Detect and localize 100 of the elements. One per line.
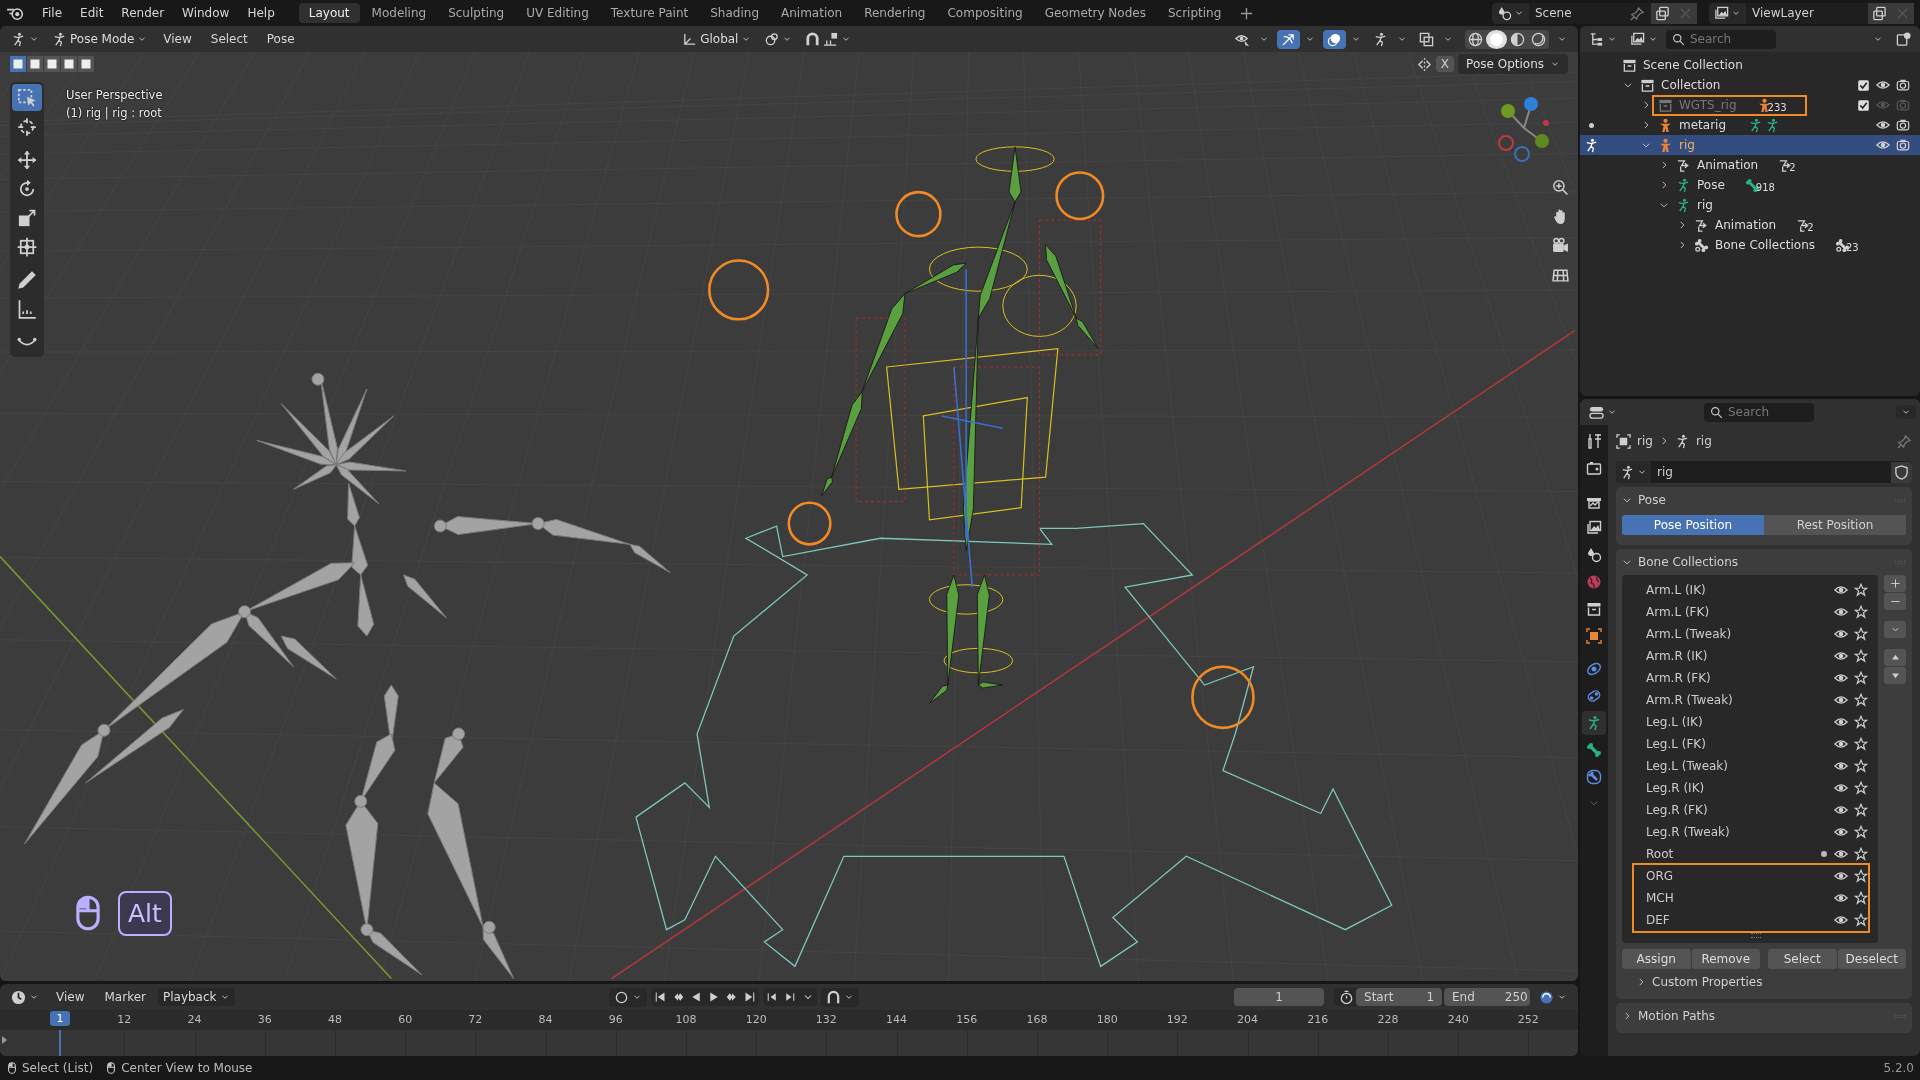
menu-item[interactable]: Marker: [96, 987, 154, 1007]
panel-header[interactable]: Motion Paths: [1622, 1003, 1906, 1029]
list-row[interactable]: DEF: [1634, 909, 1868, 931]
list-row[interactable]: Arm.L (FK): [1634, 601, 1868, 623]
frame-number: 168: [1025, 1013, 1049, 1026]
outliner-row[interactable]: Pose 918: [1580, 175, 1920, 195]
menu-item[interactable]: Pose: [258, 29, 303, 49]
pose-options-dropdown[interactable]: Pose Options: [1458, 54, 1568, 74]
frame-field[interactable]: 1: [1234, 988, 1324, 1006]
frame-number: 252: [1516, 1013, 1540, 1026]
list-row[interactable]: Arm.R (FK): [1634, 667, 1868, 689]
object-info-text: (1) rig | rig : root: [66, 105, 163, 122]
list-row[interactable]: Arm.R (IK): [1634, 645, 1868, 667]
outliner-row[interactable]: Scene Collection: [1580, 55, 1920, 75]
workspace-tab[interactable]: Shading: [700, 3, 769, 23]
frame-number: 60: [397, 1013, 414, 1026]
item-label: metarig: [1679, 118, 1726, 132]
menu-item[interactable]: Help: [239, 3, 283, 23]
menu-item[interactable]: Window: [174, 3, 238, 23]
list-row[interactable]: Leg.L (FK): [1634, 733, 1868, 755]
frame-number: 12: [116, 1013, 133, 1026]
view-name-text: User Perspective: [66, 87, 163, 104]
action-button[interactable]: Assign: [1622, 949, 1691, 969]
workspace-tab[interactable]: Compositing: [937, 3, 1033, 23]
workspace-tab[interactable]: UV Editing: [516, 3, 599, 23]
workspace-tab[interactable]: Scripting: [1157, 3, 1232, 23]
action-button[interactable]: Select: [1768, 949, 1837, 969]
item-label: rig: [1697, 198, 1713, 212]
item-label: Scene Collection: [1643, 58, 1743, 72]
frame-number: 132: [814, 1013, 838, 1026]
outliner-row[interactable]: metarig: [1580, 115, 1920, 135]
frame-number: 84: [537, 1013, 554, 1026]
name-field[interactable]: ViewLayer: [1746, 2, 1868, 24]
outliner-row[interactable]: rig: [1580, 195, 1920, 215]
name-field[interactable]: Scene: [1529, 2, 1651, 24]
list-row[interactable]: Leg.L (IK): [1634, 711, 1868, 733]
panel-header[interactable]: Bone Collections: [1622, 549, 1906, 575]
menu-item[interactable]: View: [155, 29, 200, 49]
frame-number: 156: [955, 1013, 979, 1026]
item-label: Collection: [1661, 78, 1721, 92]
list-row[interactable]: Leg.R (IK): [1634, 777, 1868, 799]
list-row[interactable]: Arm.R (Tweak): [1634, 689, 1868, 711]
workspace-tab[interactable]: Modeling: [361, 3, 437, 23]
outliner-row[interactable]: Animation 2: [1580, 155, 1920, 175]
child-count-text: 23: [1846, 241, 1859, 253]
menu-item[interactable]: File: [34, 3, 71, 23]
menu-item[interactable]: Select: [202, 29, 256, 49]
child-count-text: 233: [1767, 101, 1787, 113]
orientation-dropdown[interactable]: Global: [677, 29, 757, 49]
frame-number: 228: [1376, 1013, 1400, 1026]
frame-number: 144: [885, 1013, 909, 1026]
mirror-x-button[interactable]: X: [1435, 56, 1455, 72]
item-label: WGTS_rig: [1679, 98, 1737, 112]
position-toggle[interactable]: Rest Position: [1764, 515, 1906, 535]
mode-dropdown[interactable]: Pose Mode: [47, 29, 153, 49]
current-frame-marker[interactable]: 1: [50, 1011, 70, 1026]
frame-number: 36: [256, 1013, 273, 1026]
workspace-tab[interactable]: Sculpting: [438, 3, 515, 23]
menu-item[interactable]: Edit: [72, 3, 112, 23]
menu-item[interactable]: Render: [113, 3, 173, 23]
workspace-tab[interactable]: Layout: [298, 3, 360, 23]
subpanel-header[interactable]: Custom Properties: [1622, 969, 1906, 995]
outliner-row[interactable]: WGTS_rig 233: [1580, 95, 1920, 115]
action-button[interactable]: Remove: [1691, 949, 1760, 969]
frame-number: 96: [607, 1013, 624, 1026]
outliner-row[interactable]: rig: [1580, 135, 1920, 155]
outliner-row[interactable]: Collection: [1580, 75, 1920, 95]
search-field[interactable]: Search: [1704, 402, 1814, 422]
position-toggle[interactable]: Pose Position: [1622, 515, 1764, 535]
list-row[interactable]: Leg.L (Tweak): [1634, 755, 1868, 777]
menu-item[interactable]: View: [48, 987, 93, 1007]
child-count-text: 2: [1807, 221, 1814, 233]
list-row[interactable]: Root: [1634, 843, 1868, 865]
list-row[interactable]: Arm.L (IK): [1634, 579, 1868, 601]
outliner-row[interactable]: Animation 2: [1580, 215, 1920, 235]
action-button[interactable]: Deselect: [1837, 949, 1906, 969]
list-row[interactable]: MCH: [1634, 887, 1868, 909]
frame-number: 240: [1446, 1013, 1470, 1026]
child-count-text: 2: [1789, 161, 1796, 173]
list-row[interactable]: Leg.R (FK): [1634, 799, 1868, 821]
workspace-tab[interactable]: Animation: [771, 3, 853, 23]
item-label: Animation: [1715, 218, 1777, 232]
status-hint: Select (List): [22, 1061, 94, 1075]
playback-dropdown[interactable]: Playback: [157, 988, 235, 1006]
list-row[interactable]: Leg.R (Tweak): [1634, 821, 1868, 843]
workspace-tab[interactable]: Geometry Nodes: [1034, 3, 1156, 23]
outliner-row[interactable]: Bone Collections 23: [1580, 235, 1920, 255]
panel-header[interactable]: Pose: [1622, 487, 1906, 513]
workspace-tab[interactable]: Texture Paint: [600, 3, 699, 23]
list-row[interactable]: Arm.L (Tweak): [1634, 623, 1868, 645]
list-row[interactable]: ORG: [1634, 865, 1868, 887]
frame-number: 204: [1236, 1013, 1260, 1026]
item-label: Bone Collections: [1715, 238, 1815, 252]
status-hint: Center View to Mouse: [121, 1061, 253, 1075]
search-field[interactable]: Search: [1666, 29, 1776, 49]
end-frame-field[interactable]: End 250: [1444, 988, 1530, 1006]
start-frame-field[interactable]: Start 1: [1356, 988, 1442, 1006]
frame-number: 48: [326, 1013, 343, 1026]
breadcrumb-item: rig: [1695, 434, 1712, 448]
workspace-tab[interactable]: Rendering: [854, 3, 936, 23]
